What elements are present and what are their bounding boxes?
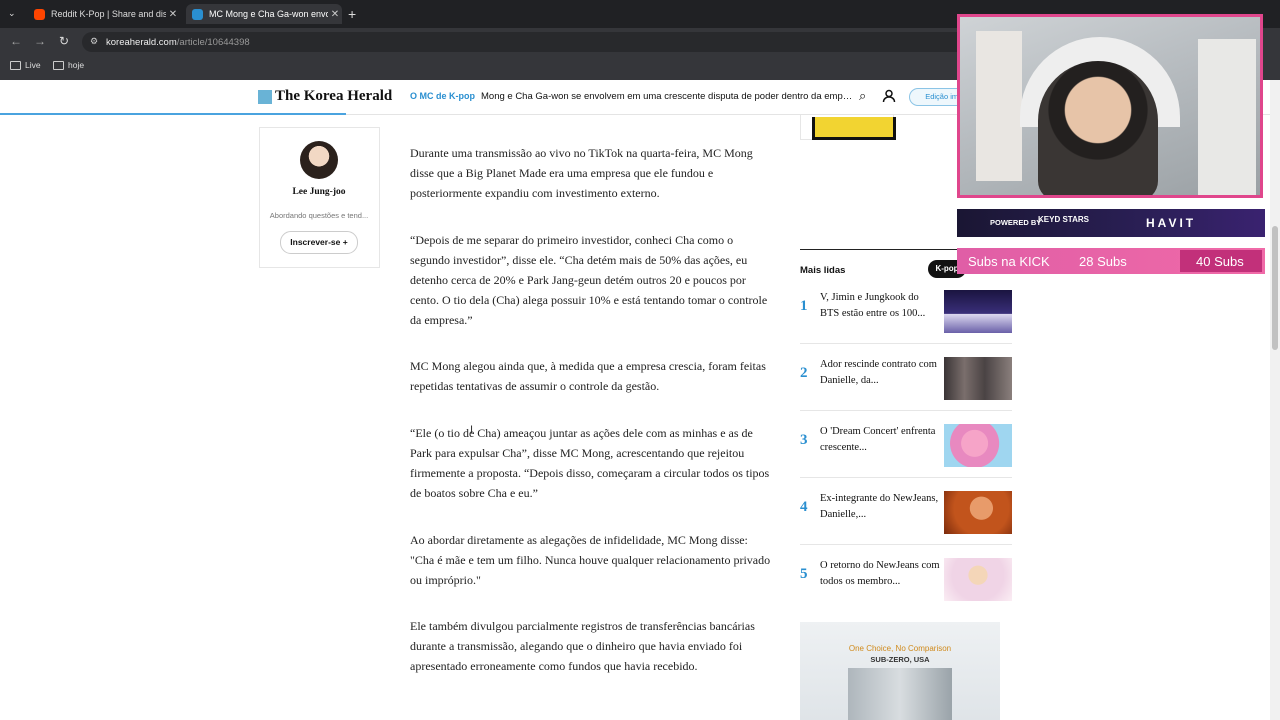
author-avatar[interactable] xyxy=(300,141,338,179)
most-read-item[interactable]: 2 Ador rescinde contrato com Danielle, d… xyxy=(800,357,1012,413)
url-domain: koreaherald.com xyxy=(106,37,177,48)
rank-number: 3 xyxy=(800,432,808,448)
search-icon[interactable]: ⌕ xyxy=(859,88,866,104)
most-read-item[interactable]: 5 O retorno do NewJeans com todos os mem… xyxy=(800,558,1012,614)
bookmark-label: hoje xyxy=(68,60,85,70)
reload-icon[interactable]: ↻ xyxy=(56,34,72,48)
rank-number: 5 xyxy=(800,566,808,582)
author-name[interactable]: Lee Jung-joo xyxy=(259,187,379,197)
rank-title[interactable]: Ex-integrante do NewJeans, Danielle,... xyxy=(820,491,940,523)
section-link[interactable]: O MC de K-pop xyxy=(410,91,475,101)
rank-number: 1 xyxy=(800,298,808,314)
kick-goal-subs: 40 Subs xyxy=(1196,254,1244,269)
bookmark-hoje[interactable]: hoje xyxy=(53,60,84,70)
article-paragraph: Durante uma transmissão ao vivo no TikTo… xyxy=(410,146,753,200)
header-article-title: Mong e Cha Ga-won se envolvem em uma cre… xyxy=(481,91,855,102)
folder-icon xyxy=(10,60,21,70)
url-path: /article/10644398 xyxy=(176,37,250,48)
most-read-item[interactable]: 1 V, Jimin e Jungkook do BTS estão entre… xyxy=(800,290,1012,346)
tab-search-icon[interactable]: ⌄ xyxy=(8,8,16,19)
subscribe-button[interactable]: Inscrever-se + xyxy=(280,231,358,254)
ad-product-image xyxy=(848,668,952,720)
new-tab-icon[interactable]: + xyxy=(348,6,356,22)
rank-number: 4 xyxy=(800,499,808,515)
ad-tagline: One Choice, No Comparison xyxy=(848,644,952,653)
user-icon[interactable] xyxy=(882,89,896,103)
rank-title[interactable]: O 'Dream Concert' enfrenta crescente... xyxy=(820,424,940,456)
rank-thumbnail[interactable] xyxy=(944,558,1012,601)
webcam-door xyxy=(1198,39,1256,195)
tab-title: MC Mong e Cha Ga-won envolv xyxy=(209,9,328,19)
bookmark-label: Live xyxy=(25,60,41,70)
most-read-item[interactable]: 3 O 'Dream Concert' enfrenta crescente..… xyxy=(800,424,1012,480)
url-text[interactable]: koreaherald.com/article/10644398 xyxy=(106,37,250,48)
kick-goal-label: Subs na KICK xyxy=(968,254,1050,269)
divider xyxy=(800,343,1012,344)
tab-reddit[interactable]: Reddit K-Pop | Share and discover ✕ xyxy=(28,4,180,24)
site-logo[interactable]: The Korea Herald xyxy=(258,88,392,105)
webcam-overlay xyxy=(957,14,1263,198)
divider xyxy=(800,477,1012,478)
site-info-icon[interactable]: ⚙ xyxy=(90,36,98,47)
reddit-icon xyxy=(34,8,45,20)
most-read-item[interactable]: 4 Ex-integrante do NewJeans, Danielle,..… xyxy=(800,491,1012,547)
article-paragraph: Ele também divulgou parcialmente registr… xyxy=(410,619,755,673)
close-tab-icon[interactable]: ✕ xyxy=(166,9,180,20)
divider xyxy=(800,544,1012,545)
text-cursor-icon: I xyxy=(470,424,474,436)
divider xyxy=(800,410,1012,411)
logo-mark-icon xyxy=(258,89,272,104)
close-tab-icon[interactable]: ✕ xyxy=(328,9,342,20)
sidebar-graphic xyxy=(812,117,896,140)
kick-current-subs: 28 Subs xyxy=(1079,254,1127,269)
rank-title[interactable]: Ador rescinde contrato com Danielle, da.… xyxy=(820,357,940,389)
scrollbar-thumb[interactable] xyxy=(1272,226,1278,350)
most-read-divider xyxy=(800,249,965,250)
rank-number: 2 xyxy=(800,365,808,381)
rank-title[interactable]: O retorno do NewJeans com todos os membr… xyxy=(820,558,940,590)
forward-icon[interactable]: → xyxy=(32,34,48,48)
article-paragraph: “Ele (o tio de Cha) ameaçou juntar as aç… xyxy=(410,426,770,500)
folder-icon xyxy=(53,60,64,70)
tab-title: Reddit K-Pop | Share and discover xyxy=(51,9,166,19)
rank-title[interactable]: V, Jimin e Jungkook do BTS estão entre o… xyxy=(820,290,940,322)
tab-korea-herald[interactable]: MC Mong e Cha Ga-won envolv ✕ xyxy=(186,4,342,24)
reading-progress-bar xyxy=(0,113,346,115)
article-paragraph: Ao abordar diretamente as alegações de i… xyxy=(410,533,771,587)
rank-thumbnail[interactable] xyxy=(944,290,1012,333)
sponsor-keyd-logo: KEYD STARS xyxy=(1038,215,1089,224)
webcam-shelf xyxy=(976,31,1022,181)
rank-thumbnail[interactable] xyxy=(944,357,1012,400)
rank-thumbnail[interactable] xyxy=(944,491,1012,534)
korea-herald-icon xyxy=(192,8,203,20)
rank-thumbnail[interactable] xyxy=(944,424,1012,467)
back-icon[interactable]: ← xyxy=(8,34,24,48)
article-paragraph: “Depois de me separar do primeiro invest… xyxy=(410,233,768,327)
logo-text: The Korea Herald xyxy=(275,88,393,104)
sponsor-havit-logo: HAVIT xyxy=(1146,216,1197,230)
author-description: Abordando questões e tend... xyxy=(269,211,369,220)
most-read-title: Mais lidas xyxy=(800,265,846,276)
sponsor-powered-by: POWERED BY xyxy=(990,218,1042,227)
ad-brand: SUB-ZERO, USA xyxy=(870,655,930,664)
webcam-streamer xyxy=(1038,61,1158,195)
article-paragraph: MC Mong alegou ainda que, à medida que a… xyxy=(410,359,766,393)
page-scrollbar[interactable] xyxy=(1270,80,1280,720)
bookmark-live[interactable]: Live xyxy=(10,60,41,70)
